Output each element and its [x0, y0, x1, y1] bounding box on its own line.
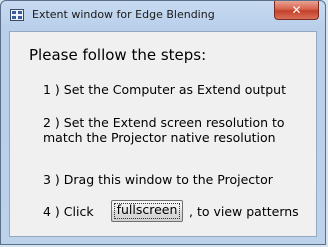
- window-title: Extent window for Edge Blending: [32, 8, 215, 21]
- close-button[interactable]: ✕: [274, 1, 319, 20]
- step-2-line-2: match the Projector native resolution: [43, 130, 276, 145]
- step-2-text: 2 ) Set the Extend screen resolution to …: [43, 115, 285, 145]
- instructions-heading: Please follow the steps:: [29, 46, 207, 64]
- step-4-suffix: , to view patterns: [189, 204, 299, 219]
- step-4-prefix: 4 ) Click: [43, 204, 94, 219]
- title-bar[interactable]: Extent window for Edge Blending ✕: [1, 1, 325, 31]
- step-1-text: 1 ) Set the Computer as Extend output: [43, 82, 286, 97]
- step-3-text: 3 ) Drag this window to the Projector: [43, 172, 273, 187]
- close-icon: ✕: [291, 3, 302, 17]
- focus-ring: [114, 203, 180, 219]
- app-icon: [10, 9, 24, 21]
- step-2-line-1: 2 ) Set the Extend screen resolution to: [43, 115, 285, 130]
- fullscreen-button[interactable]: fullscreen: [111, 200, 183, 222]
